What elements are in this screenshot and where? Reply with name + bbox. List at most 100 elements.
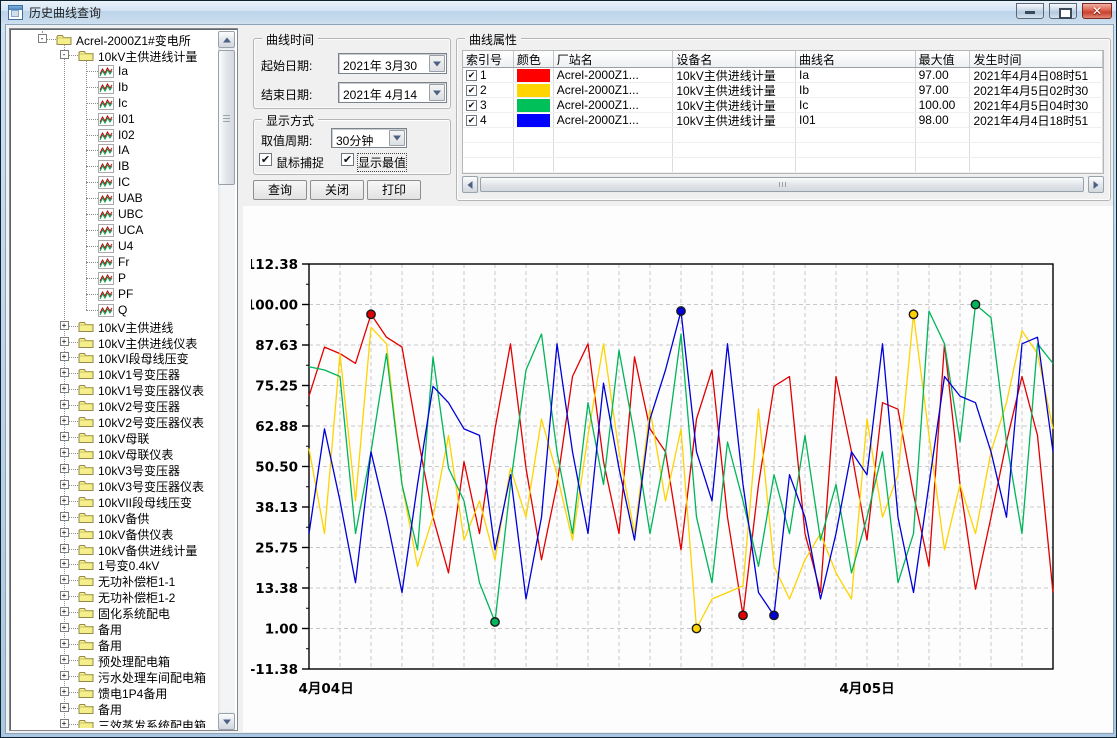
- column-header[interactable]: 颜色: [514, 51, 554, 67]
- period-select[interactable]: 30分钟: [331, 128, 407, 148]
- restore-button[interactable]: [1049, 3, 1077, 19]
- expand-box-icon[interactable]: +: [60, 639, 69, 648]
- tree-item-label[interactable]: UCA: [118, 223, 143, 237]
- expand-box-icon[interactable]: +: [60, 337, 69, 346]
- history-chart[interactable]: 112.38100.0087.6375.2562.8850.5038.1325.…: [251, 241, 1063, 713]
- expand-box-icon[interactable]: +: [60, 416, 69, 425]
- tree-item[interactable]: Q: [12, 302, 217, 318]
- collapse-box-icon[interactable]: -: [38, 34, 47, 43]
- tree-item-label[interactable]: IA: [118, 143, 129, 157]
- tree-item[interactable]: I01: [12, 111, 217, 127]
- tree-item-label[interactable]: Ib: [118, 80, 128, 94]
- expand-box-icon[interactable]: +: [60, 528, 69, 537]
- expand-box-icon[interactable]: +: [60, 448, 69, 457]
- close-button[interactable]: [1082, 3, 1112, 19]
- expand-box-icon[interactable]: +: [60, 623, 69, 632]
- tree-item[interactable]: +10kV母联: [12, 429, 217, 445]
- tree-item[interactable]: PF: [12, 286, 217, 302]
- tree-item[interactable]: +10kV1号变压器仪表: [12, 381, 217, 397]
- expand-box-icon[interactable]: +: [60, 607, 69, 616]
- tree-item[interactable]: UBC: [12, 206, 217, 222]
- column-header[interactable]: 设备名: [673, 51, 796, 67]
- tree-item-label[interactable]: P: [118, 271, 126, 285]
- tree-item[interactable]: +10kV2号变压器: [12, 397, 217, 413]
- collapse-box-icon[interactable]: -: [60, 50, 69, 59]
- show-extremes-checkbox[interactable]: ✔: [341, 153, 354, 166]
- table-row[interactable]: ✔1Acrel-2000Z1...10kV主供进线计量Ia97.002021年4…: [463, 68, 1103, 83]
- minimize-button[interactable]: [1016, 3, 1044, 19]
- tree-item-label[interactable]: UAB: [118, 191, 143, 205]
- tree-item[interactable]: Ic: [12, 95, 217, 111]
- expand-box-icon[interactable]: +: [60, 591, 69, 600]
- tree-item-label[interactable]: Fr: [118, 255, 129, 269]
- expand-box-icon[interactable]: +: [60, 321, 69, 330]
- tree-item[interactable]: +1号变0.4kV: [12, 556, 217, 572]
- tree-item[interactable]: +10kV备供仪表: [12, 525, 217, 541]
- tree-item[interactable]: +10kV主供进线: [12, 318, 217, 334]
- tree-item[interactable]: +10kVII段母线压变: [12, 493, 217, 509]
- tree-item-label[interactable]: UBC: [118, 207, 143, 221]
- expand-box-icon[interactable]: +: [60, 575, 69, 584]
- column-header[interactable]: 发生时间: [970, 51, 1103, 67]
- tree-item[interactable]: +无功补偿柜1-1: [12, 572, 217, 588]
- tree-item[interactable]: P: [12, 270, 217, 286]
- tree-item-label[interactable]: Q: [118, 303, 127, 317]
- table-row[interactable]: [463, 143, 1103, 158]
- tree-item[interactable]: +三效蒸发系统配电箱: [12, 716, 217, 728]
- table-row[interactable]: ✔2Acrel-2000Z1...10kV主供进线计量Ib97.002021年4…: [463, 83, 1103, 98]
- expand-box-icon[interactable]: +: [60, 703, 69, 712]
- tree-item[interactable]: +预处理配电箱: [12, 652, 217, 668]
- titlebar[interactable]: 历史曲线查询: [1, 1, 1116, 23]
- tree-item[interactable]: +馈电1P4备用: [12, 684, 217, 700]
- tree-scroll-thumb[interactable]: [218, 50, 235, 185]
- tree-item-label[interactable]: I02: [118, 128, 135, 142]
- tree-item[interactable]: +备用: [12, 700, 217, 716]
- tree-item[interactable]: +10kV母联仪表: [12, 445, 217, 461]
- expand-box-icon[interactable]: +: [60, 368, 69, 377]
- start-date-picker[interactable]: 2021年 3月30: [338, 53, 447, 74]
- table-row[interactable]: ✔3Acrel-2000Z1...10kV主供进线计量Ic100.002021年…: [463, 98, 1103, 113]
- tree-item[interactable]: Ib: [12, 79, 217, 95]
- tree-item[interactable]: U4: [12, 238, 217, 254]
- tree-item[interactable]: +10kV备供: [12, 509, 217, 525]
- expand-box-icon[interactable]: +: [60, 559, 69, 568]
- tree-item[interactable]: +10kVI段母线压变: [12, 349, 217, 365]
- tree-item[interactable]: +备用: [12, 636, 217, 652]
- scroll-down-button[interactable]: [218, 713, 235, 730]
- tree-item-label[interactable]: 三效蒸发系统配电箱: [98, 717, 206, 728]
- dropdown-button[interactable]: [389, 130, 405, 146]
- scroll-up-button[interactable]: [218, 31, 235, 48]
- column-header[interactable]: 曲线名: [796, 51, 916, 67]
- tree-item-label[interactable]: IC: [118, 175, 130, 189]
- tree-item[interactable]: UAB: [12, 190, 217, 206]
- row-checkbox[interactable]: ✔: [466, 70, 477, 81]
- table-row[interactable]: [463, 128, 1103, 143]
- column-header[interactable]: 索引号: [463, 51, 514, 67]
- tree-item-label[interactable]: U4: [118, 239, 133, 253]
- tree-item[interactable]: -Acrel-2000Z1#变电所: [12, 31, 217, 47]
- print-button[interactable]: 打印: [367, 180, 421, 200]
- tree-item[interactable]: I02: [12, 127, 217, 143]
- tree-item-label[interactable]: PF: [118, 287, 133, 301]
- expand-box-icon[interactable]: +: [60, 512, 69, 521]
- dropdown-button[interactable]: [429, 84, 445, 101]
- row-checkbox[interactable]: ✔: [466, 115, 477, 126]
- tree-item[interactable]: UCA: [12, 222, 217, 238]
- query-button[interactable]: 查询: [253, 180, 307, 200]
- tree-item[interactable]: +10kV1号变压器: [12, 365, 217, 381]
- expand-box-icon[interactable]: +: [60, 464, 69, 473]
- expand-box-icon[interactable]: +: [60, 655, 69, 664]
- tree-item[interactable]: +10kV主供进线仪表: [12, 334, 217, 350]
- tree-item[interactable]: -10kV主供进线计量: [12, 47, 217, 63]
- expand-box-icon[interactable]: +: [60, 480, 69, 489]
- expand-box-icon[interactable]: +: [60, 544, 69, 553]
- tree-item[interactable]: +10kV2号变压器仪表: [12, 413, 217, 429]
- tree-item[interactable]: IC: [12, 174, 217, 190]
- close-dialog-button[interactable]: 关闭: [310, 180, 364, 200]
- tree-item-label[interactable]: Ia: [118, 64, 128, 78]
- scroll-left-button[interactable]: [462, 176, 478, 193]
- expand-box-icon[interactable]: +: [60, 687, 69, 696]
- expand-box-icon[interactable]: +: [60, 432, 69, 441]
- mouse-capture-checkbox[interactable]: ✔: [259, 153, 272, 166]
- table-row[interactable]: ✔4Acrel-2000Z1...10kV主供进线计量I0198.002021年…: [463, 113, 1103, 128]
